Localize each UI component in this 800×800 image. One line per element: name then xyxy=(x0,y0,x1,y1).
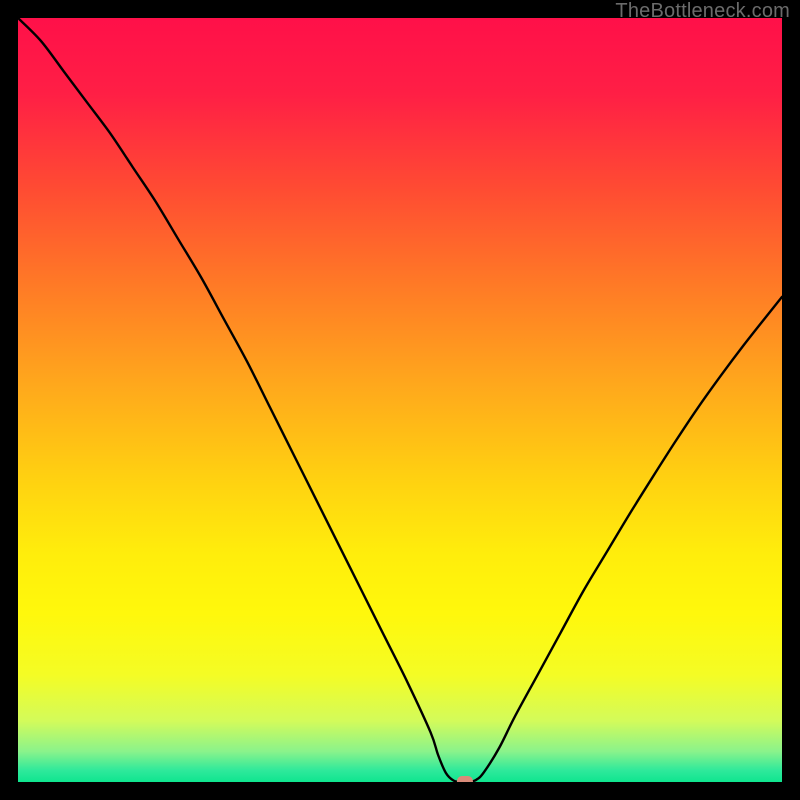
chart-frame: TheBottleneck.com xyxy=(0,0,800,800)
bottleneck-chart xyxy=(18,18,782,782)
plot-area xyxy=(18,18,782,782)
optimal-point-marker xyxy=(457,776,473,782)
